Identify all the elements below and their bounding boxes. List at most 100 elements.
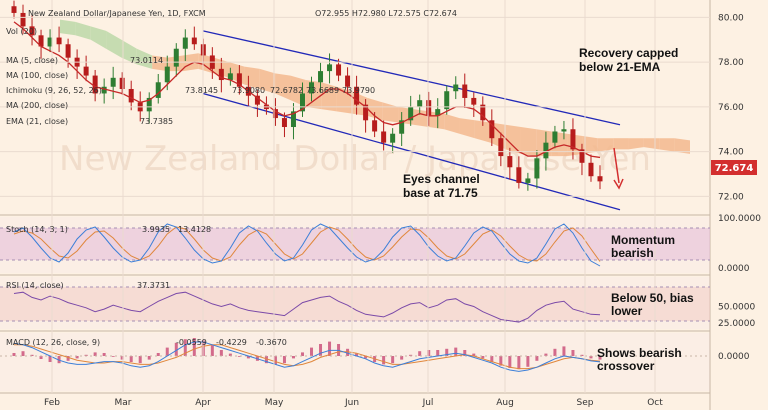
macd-hist-bar bbox=[562, 346, 566, 356]
rsi-legend[interactable]: RSI (14, close) bbox=[6, 281, 64, 290]
time-tick-label: Jul bbox=[422, 398, 434, 408]
candle-body bbox=[56, 37, 62, 45]
rsi-value: 37.3731 bbox=[137, 281, 170, 290]
legend-ma200[interactable]: MA (200, close) bbox=[6, 101, 68, 110]
indicator-tick-label: 100.0000 bbox=[718, 214, 761, 224]
cloud-segment bbox=[60, 19, 76, 36]
candle-body bbox=[20, 12, 26, 27]
legend-ichi-spana: 73.6689 bbox=[306, 86, 339, 95]
annotation-recovery-1: Recovery capped bbox=[579, 46, 678, 60]
chart-title: New Zealand Dollar/Japanese Yen, 1D, FXC… bbox=[28, 9, 206, 18]
candle-body bbox=[101, 86, 107, 94]
macd-hist-bar bbox=[436, 350, 440, 356]
macd-legend[interactable]: MACD (12, 26, close, 9) bbox=[6, 338, 100, 347]
candle-body bbox=[191, 37, 197, 45]
macd-hist-bar bbox=[156, 353, 160, 356]
candle-body bbox=[561, 129, 567, 132]
legend-ichi-spanb: 73.9790 bbox=[342, 86, 375, 95]
candle-body bbox=[327, 64, 333, 72]
macd-hist-bar bbox=[219, 350, 223, 356]
macd-hist-bar bbox=[310, 347, 314, 356]
macd-hist-bar bbox=[517, 356, 521, 370]
candle-body bbox=[507, 156, 513, 168]
legend-ichi-kijun: 73.9080 bbox=[232, 86, 265, 95]
annotation-rsi-2: lower bbox=[611, 304, 643, 318]
candle-body bbox=[128, 88, 134, 103]
candle-body bbox=[372, 120, 378, 132]
candle-body bbox=[155, 82, 161, 98]
candle-body bbox=[281, 118, 287, 128]
annotation-rsi-1: Below 50, bias bbox=[611, 291, 694, 305]
candle-body bbox=[119, 77, 125, 89]
macd-hist-bar bbox=[147, 356, 151, 360]
annotation-channel-1: Eyes channel bbox=[403, 172, 480, 186]
price-tick-label: 76.00 bbox=[718, 103, 744, 113]
macd-hist-bar bbox=[526, 356, 530, 367]
time-tick-label: Aug bbox=[496, 398, 514, 408]
time-tick-label: Apr bbox=[195, 398, 211, 408]
legend-ichi-chikou: 72.6782 bbox=[270, 86, 303, 95]
macd-hist-bar bbox=[282, 356, 286, 364]
indicator-tick-label: 50.0000 bbox=[718, 303, 755, 313]
legend-ma100[interactable]: MA (100, close) bbox=[6, 71, 68, 80]
macd-signal-value: -0.3670 bbox=[256, 338, 287, 347]
cloud-segment bbox=[597, 138, 614, 152]
annotation-macd-1: Shows bearish bbox=[597, 346, 682, 360]
price-tick-label: 72.00 bbox=[718, 192, 744, 202]
candle-body bbox=[182, 37, 188, 49]
candle-body bbox=[318, 71, 324, 83]
macd-hist-bar bbox=[93, 352, 97, 356]
annotation-macd-2: crossover bbox=[597, 359, 655, 373]
time-tick-label: Mar bbox=[115, 398, 132, 408]
macd-hist-bar bbox=[111, 356, 115, 357]
price-tick-label: 74.00 bbox=[718, 148, 744, 158]
legend-ichimoku[interactable]: Ichimoku (9, 26, 52, 26) bbox=[6, 86, 102, 95]
candle-body bbox=[588, 162, 594, 177]
candle-body bbox=[498, 138, 504, 157]
indicator-tick-label: 0.0000 bbox=[718, 352, 750, 362]
cloud-segment bbox=[613, 138, 629, 150]
candle-body bbox=[426, 100, 432, 116]
legend-ema21-value: 73.7385 bbox=[140, 117, 173, 126]
candle-body bbox=[552, 131, 558, 143]
macd-line-value: -0.4229 bbox=[216, 338, 247, 347]
trading-chart[interactable]: New Zealand Dollar / Japanese Yen Feb Mar… bbox=[0, 0, 768, 410]
chart-window: New Zealand Dollar / Japanese Yen Feb Mar… bbox=[0, 0, 768, 410]
macd-hist-bar bbox=[165, 347, 169, 356]
candle-body bbox=[83, 66, 89, 76]
last-price-label: 72.674 bbox=[715, 163, 754, 174]
candle-body bbox=[516, 167, 522, 183]
candle-body bbox=[417, 100, 423, 107]
price-tick-label: 78.00 bbox=[718, 58, 744, 68]
time-tick-label: Oct bbox=[647, 398, 663, 408]
stoch-d-value: 13.4128 bbox=[178, 225, 211, 234]
legend-ma5[interactable]: MA (5, close) bbox=[6, 56, 58, 65]
time-tick-label: Feb bbox=[44, 398, 60, 408]
annotation-momentum-2: bearish bbox=[611, 246, 654, 260]
candle-body bbox=[164, 66, 170, 83]
macd-hist-bar bbox=[129, 356, 133, 362]
macd-hist-bar bbox=[300, 352, 304, 356]
ohlc-readout: O72.955 H72.980 L72.575 C72.674 bbox=[315, 9, 457, 18]
stoch-k-value: 3.9935 bbox=[142, 225, 170, 234]
time-tick-label: Jun bbox=[344, 398, 359, 408]
legend-ema21[interactable]: EMA (21, close) bbox=[6, 117, 68, 126]
macd-hist-bar bbox=[391, 356, 395, 364]
stoch-legend[interactable]: Stoch (14, 3, 1) bbox=[6, 225, 68, 234]
candle-body bbox=[534, 158, 540, 179]
candle-body bbox=[173, 48, 179, 67]
macd-hist-bar bbox=[535, 356, 539, 361]
candle-body bbox=[525, 178, 531, 183]
legend-vol[interactable]: Vol (20) bbox=[6, 27, 37, 36]
candle-body bbox=[65, 44, 71, 58]
price-tick-label: 80.00 bbox=[718, 13, 744, 23]
macd-hist-bar bbox=[400, 356, 404, 360]
time-tick-label: May bbox=[265, 398, 284, 408]
candle-body bbox=[390, 133, 396, 143]
macd-hist-bar bbox=[508, 356, 512, 368]
macd-hist-bar bbox=[138, 356, 142, 364]
indicator-tick-label: 25.0000 bbox=[718, 319, 755, 329]
time-tick-label: Sep bbox=[577, 398, 594, 408]
legend-ichi-tenkan: 73.8145 bbox=[185, 86, 218, 95]
macd-hist-bar bbox=[454, 347, 458, 356]
